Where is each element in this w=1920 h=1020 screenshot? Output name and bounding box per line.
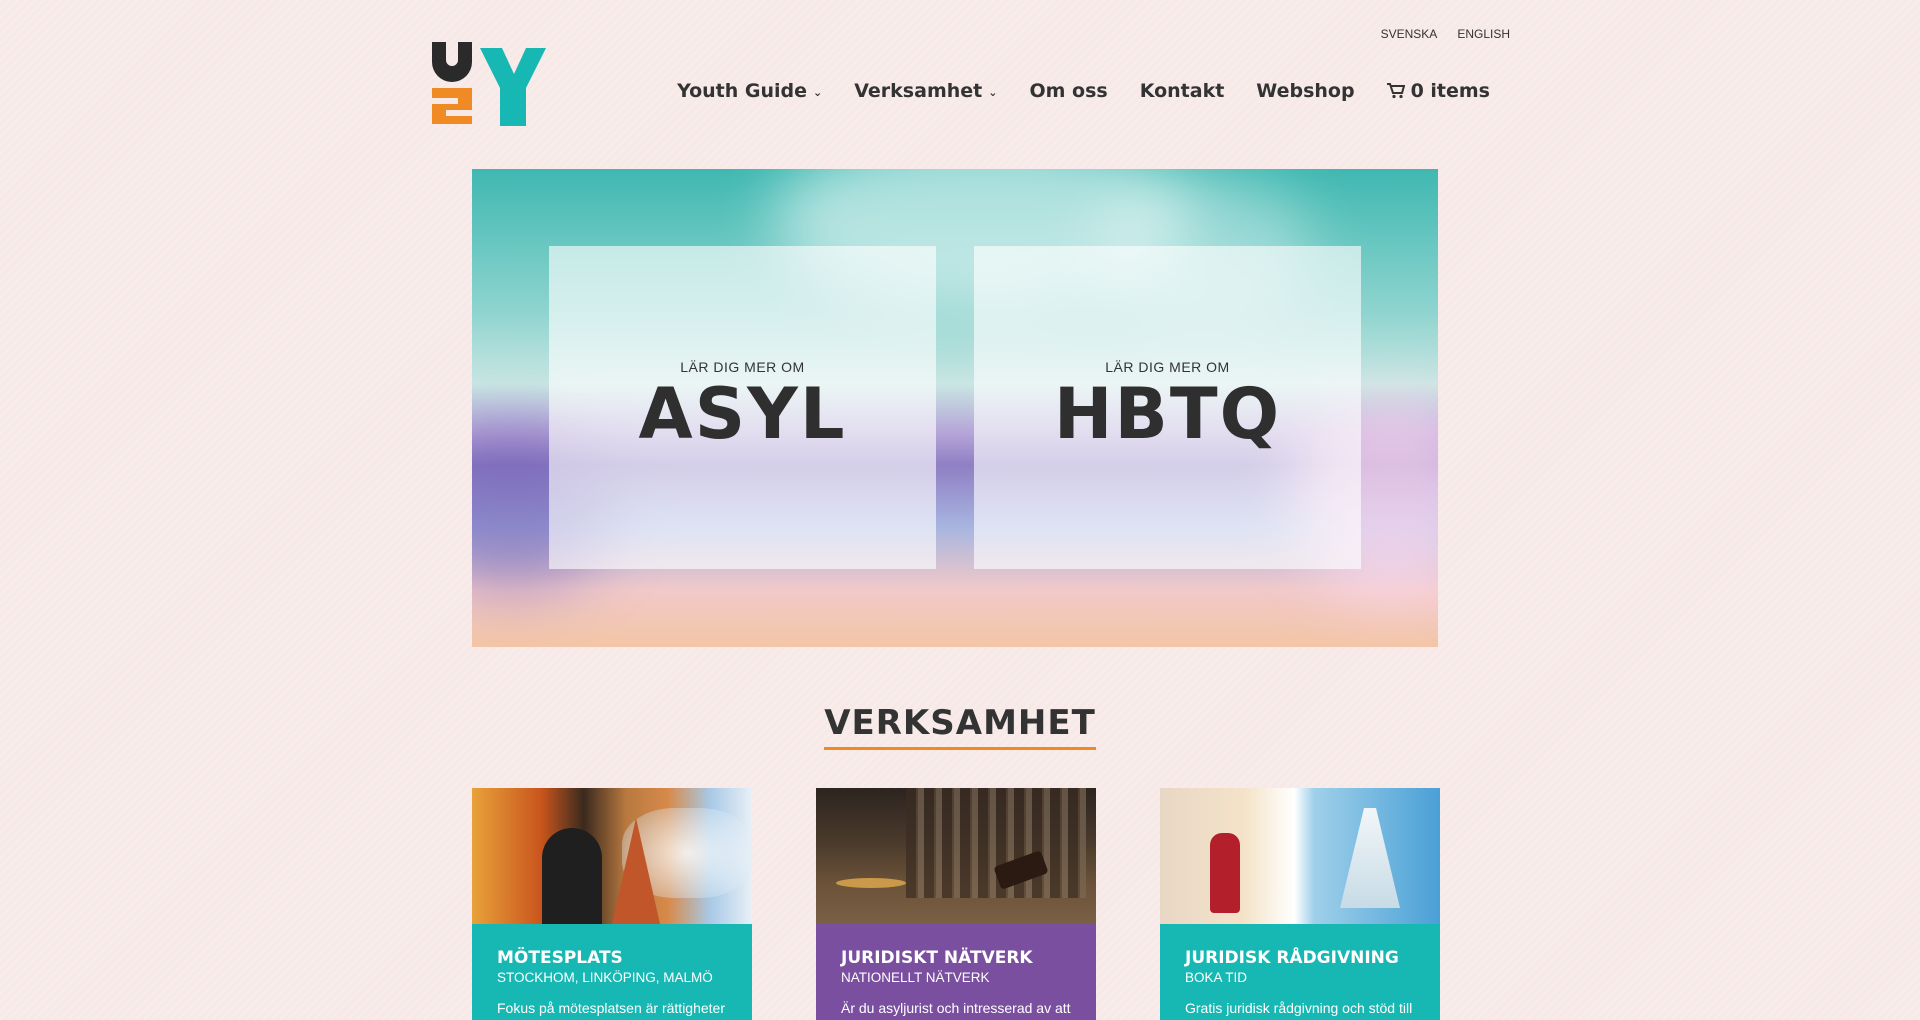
- service-title: MÖTESPLATS: [497, 948, 623, 968]
- service-body-juridisk-radgivning: JURIDISK RÅDGIVNING BOKA TID Gratis juri…: [1160, 924, 1440, 1020]
- unga-y-logo-mark: [432, 42, 546, 126]
- main-nav: Youth Guide ⌄ Verksamhet ⌄ Om oss Kontak…: [677, 80, 1490, 102]
- service-body-motesplats: MÖTESPLATS STOCKHOM, LINKÖPING, MALMÖ Fo…: [472, 924, 752, 1020]
- service-title: JURIDISKT NÄTVERK: [841, 948, 1033, 968]
- service-card-motesplats[interactable]: MÖTESPLATS STOCKHOM, LINKÖPING, MALMÖ Fo…: [472, 788, 752, 1020]
- nav-youth-guide-label: Youth Guide: [677, 80, 808, 102]
- nav-kontakt[interactable]: Kontakt: [1140, 80, 1225, 102]
- service-subtitle: NATIONELLT NÄTVERK: [841, 970, 990, 985]
- hero-card-hbtq[interactable]: LÄR DIG MER OM HBTQ: [974, 246, 1361, 569]
- nav-cart[interactable]: 0 items: [1386, 80, 1490, 102]
- chevron-down-icon: ⌄: [988, 85, 998, 99]
- lang-svenska-link[interactable]: SVENSKA: [1381, 27, 1438, 41]
- lang-english-link[interactable]: ENGLISH: [1457, 27, 1510, 41]
- service-card-juridiskt-natverk[interactable]: JURIDISKT NÄTVERK NATIONELLT NÄTVERK Är …: [816, 788, 1096, 1020]
- hero-banner: LÄR DIG MER OM ASYL LÄR DIG MER OM HBTQ: [472, 169, 1438, 647]
- section-title-verksamhet: VERKSAMHET: [824, 703, 1096, 750]
- service-subtitle: STOCKHOM, LINKÖPING, MALMÖ: [497, 970, 713, 985]
- service-body-juridiskt-natverk: JURIDISKT NÄTVERK NATIONELLT NÄTVERK Är …: [816, 924, 1096, 1020]
- service-card-juridisk-radgivning[interactable]: JURIDISK RÅDGIVNING BOKA TID Gratis juri…: [1160, 788, 1440, 1020]
- service-image-juridiskt-natverk: [816, 788, 1096, 924]
- hero-card-asyl[interactable]: LÄR DIG MER OM ASYL: [549, 246, 936, 569]
- service-description: Gratis juridisk rådgivning och stöd till…: [1185, 1000, 1413, 1020]
- service-description: Är du asyljurist och intresserad av att …: [841, 1000, 1071, 1020]
- hero-card-hbtq-title: HBTQ: [1053, 373, 1282, 455]
- hero-card-asyl-title: ASYL: [638, 373, 847, 455]
- nav-om-oss-label: Om oss: [1029, 80, 1108, 102]
- site-logo[interactable]: [430, 42, 562, 128]
- nav-verksamhet-label: Verksamhet: [854, 80, 983, 102]
- nav-kontakt-label: Kontakt: [1139, 80, 1225, 102]
- nav-youth-guide[interactable]: Youth Guide ⌄: [677, 80, 822, 102]
- chevron-down-icon: ⌄: [813, 85, 823, 99]
- language-switcher: SVENSKA ENGLISH: [1381, 27, 1510, 41]
- service-image-motesplats: [472, 788, 752, 924]
- section-heading: VERKSAMHET: [0, 703, 1920, 750]
- service-title: JURIDISK RÅDGIVNING: [1185, 948, 1399, 968]
- nav-om-oss[interactable]: Om oss: [1029, 80, 1107, 102]
- nav-webshop[interactable]: Webshop: [1256, 80, 1354, 102]
- service-image-juridisk-radgivning: [1160, 788, 1440, 924]
- cart-icon: [1386, 83, 1405, 99]
- nav-verksamhet[interactable]: Verksamhet ⌄: [854, 80, 997, 102]
- service-description: Fokus på mötesplatsen är rättigheter &un…: [497, 1000, 726, 1020]
- service-subtitle: BOKA TID: [1185, 970, 1248, 985]
- cart-count-label: 0 items: [1410, 80, 1490, 102]
- nav-webshop-label: Webshop: [1256, 80, 1355, 102]
